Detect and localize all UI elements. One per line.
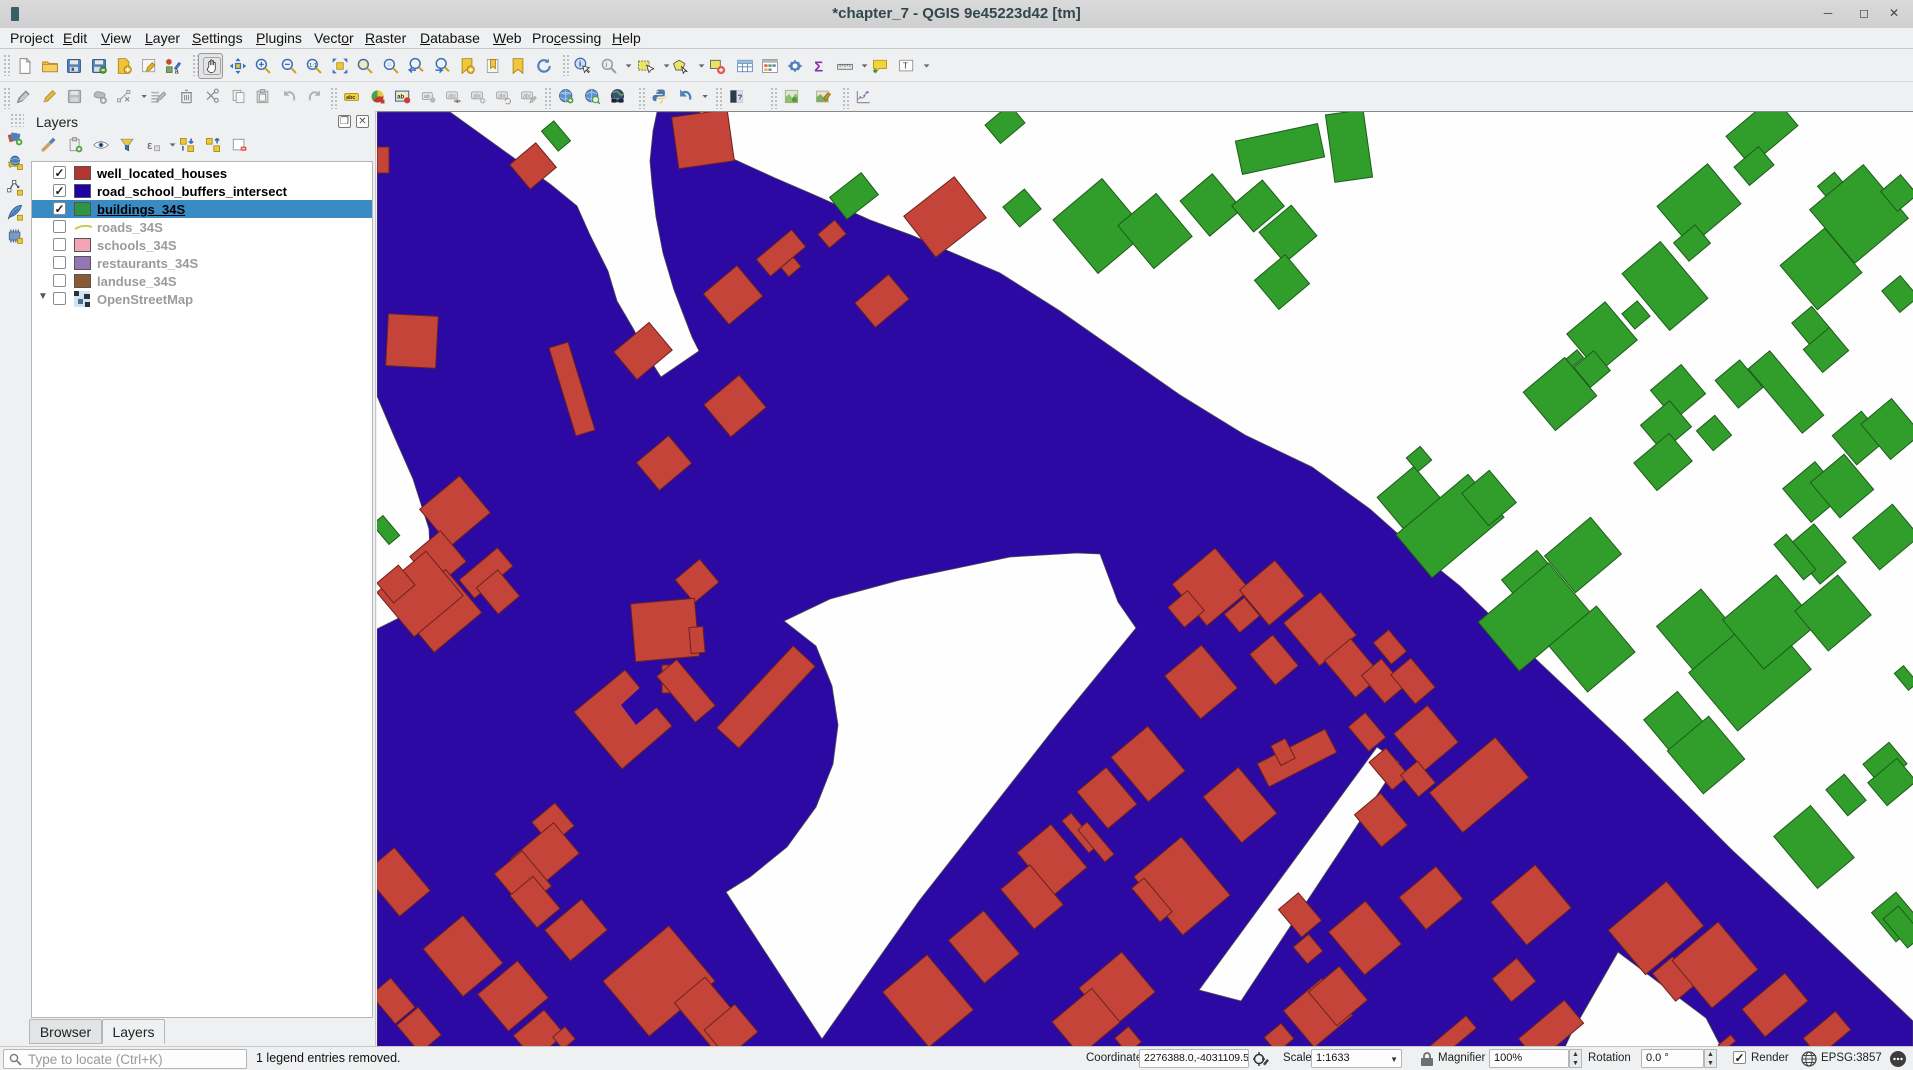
svg-text:i: i: [605, 60, 607, 69]
svg-text:1:1: 1:1: [309, 63, 317, 69]
svg-text:i: i: [579, 59, 581, 68]
svg-text:Σ: Σ: [814, 60, 823, 75]
svg-text:abc: abc: [523, 93, 532, 99]
svg-text:ab: ab: [424, 94, 430, 100]
svg-text:ε: ε: [147, 140, 152, 152]
svg-text:abc: abc: [498, 93, 507, 99]
svg-text:abc: abc: [473, 93, 482, 99]
svg-text:a: a: [175, 66, 180, 75]
svg-text:abc: abc: [346, 95, 355, 101]
svg-text:ab: ab: [397, 93, 404, 100]
svg-text:T: T: [903, 61, 908, 70]
svg-text:?: ?: [738, 93, 743, 102]
svg-text:abc: abc: [448, 93, 457, 99]
